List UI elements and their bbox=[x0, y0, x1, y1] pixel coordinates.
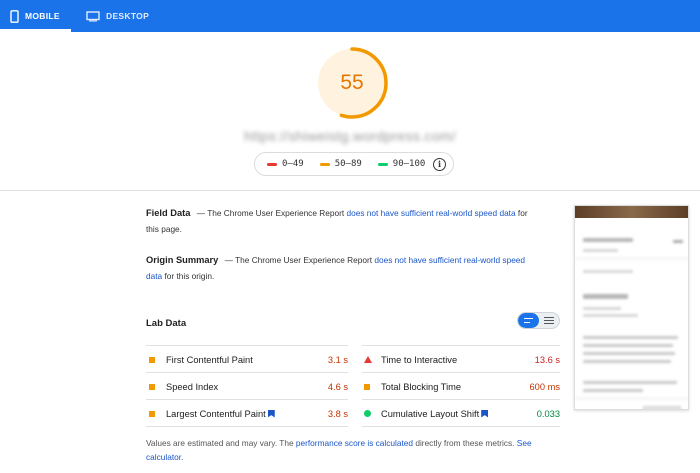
metric-label: Largest Contentful Paint bbox=[166, 408, 266, 419]
info-icon[interactable]: i bbox=[433, 158, 446, 171]
desktop-icon bbox=[86, 10, 100, 21]
footnote-text: Values are estimated and may vary. The bbox=[146, 438, 294, 448]
legend-average-marker bbox=[319, 162, 330, 166]
metric-value: 13.6 s bbox=[534, 354, 560, 365]
legend-average-label: 50–89 bbox=[334, 159, 362, 169]
metric-total-blocking-time: Total Blocking Time 600 ms bbox=[364, 373, 560, 400]
field-data-section: Field Data — The Chrome User Experience … bbox=[146, 205, 536, 237]
view-toggle[interactable] bbox=[517, 312, 560, 329]
performance-score: 55 bbox=[340, 71, 364, 94]
metric-label: Cumulative Layout Shift bbox=[381, 408, 480, 419]
tested-url: https://shiweistg.wordpress.com/ bbox=[244, 128, 456, 144]
tab-desktop-label: DESKTOP bbox=[106, 11, 150, 21]
origin-summary-section: Origin Summary — The Chrome User Experie… bbox=[146, 252, 536, 284]
field-data-link[interactable]: does not have sufficient real-world spee… bbox=[346, 208, 515, 218]
metric-value: 4.6 s bbox=[327, 381, 348, 392]
metric-value: 0.033 bbox=[536, 408, 560, 419]
metric-value: 3.1 s bbox=[327, 354, 348, 365]
average-marker-icon bbox=[364, 383, 376, 390]
active-tab-indicator bbox=[0, 29, 71, 32]
section-divider bbox=[0, 190, 700, 191]
tab-mobile[interactable]: MOBILE bbox=[0, 0, 71, 32]
metric-label: First Contentful Paint bbox=[166, 354, 253, 365]
metric-value: 3.8 s bbox=[327, 408, 348, 419]
footnote-text: directly from these metrics. bbox=[415, 438, 515, 448]
metric-time-to-interactive: Time to Interactive 13.6 s bbox=[364, 346, 560, 373]
legend-pass-marker bbox=[377, 162, 388, 166]
final-screenshot-thumbnail bbox=[574, 205, 689, 410]
metric-value: 600 ms bbox=[529, 381, 561, 392]
average-marker-icon bbox=[149, 410, 161, 417]
report-tab-bar: MOBILE DESKTOP bbox=[0, 0, 700, 32]
bookmark-icon[interactable] bbox=[481, 409, 489, 418]
average-marker-icon bbox=[149, 383, 161, 390]
field-data-title: Field Data bbox=[146, 208, 191, 218]
metric-largest-contentful-paint: Largest Contentful Paint 3.8 s bbox=[149, 400, 348, 427]
tab-mobile-label: MOBILE bbox=[25, 11, 60, 21]
performance-score-link[interactable]: performance score is calculated bbox=[296, 438, 413, 448]
average-marker-icon bbox=[149, 356, 161, 363]
fail-marker-icon bbox=[364, 356, 376, 363]
legend-fail: 0–49 bbox=[267, 159, 304, 169]
origin-summary-prefix: — The Chrome User Experience Report bbox=[224, 255, 373, 265]
origin-summary-suffix: for this origin. bbox=[164, 271, 215, 281]
legend-fail-marker bbox=[267, 162, 277, 166]
legend-pass: 90–100 bbox=[377, 159, 426, 169]
legend-fail-label: 0–49 bbox=[282, 159, 304, 169]
bookmark-icon[interactable] bbox=[267, 409, 275, 418]
metric-label: Time to Interactive bbox=[381, 354, 458, 365]
metric-cumulative-layout-shift: Cumulative Layout Shift 0.033 bbox=[364, 400, 560, 427]
score-legend: 0–49 50–89 90–100 i bbox=[254, 152, 454, 176]
metric-speed-index: Speed Index 4.6 s bbox=[149, 373, 348, 400]
tab-desktop[interactable]: DESKTOP bbox=[86, 0, 156, 32]
view-toggle-compact[interactable] bbox=[518, 313, 539, 328]
origin-summary-title: Origin Summary bbox=[146, 255, 219, 265]
metric-label: Total Blocking Time bbox=[381, 381, 462, 392]
metric-label: Speed Index bbox=[166, 381, 219, 392]
pass-marker-icon bbox=[364, 410, 376, 417]
phone-icon bbox=[10, 9, 19, 23]
lab-data-title: Lab Data bbox=[146, 318, 187, 329]
field-data-prefix: — The Chrome User Experience Report bbox=[196, 208, 345, 218]
lab-data-footnote: Values are estimated and may vary. The p… bbox=[146, 436, 546, 464]
legend-pass-label: 90–100 bbox=[392, 159, 426, 169]
legend-average: 50–89 bbox=[319, 159, 362, 169]
metric-first-contentful-paint: First Contentful Paint 3.1 s bbox=[149, 346, 348, 373]
thumbnail-header bbox=[575, 206, 688, 218]
